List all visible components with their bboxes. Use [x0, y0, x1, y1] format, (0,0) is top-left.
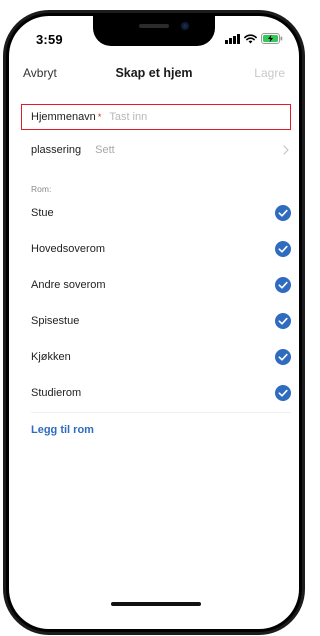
check-circle-icon[interactable]	[275, 277, 291, 293]
wifi-icon	[244, 33, 257, 43]
notch	[93, 16, 215, 46]
room-item-andre-soverom[interactable]: Andre soverom	[31, 272, 291, 298]
status-time: 3:59	[36, 32, 63, 47]
room-label: Andre soverom	[31, 279, 106, 291]
room-item-hovedsoverom[interactable]: Hovedsoverom	[31, 236, 291, 262]
location-value: Sett	[95, 144, 115, 156]
screen: 3:59 Avbryt Skap et hjem Lagre Hjemmenav…	[9, 16, 299, 629]
room-label: Kjøkken	[31, 351, 71, 363]
check-circle-icon[interactable]	[275, 349, 291, 365]
check-circle-icon[interactable]	[275, 241, 291, 257]
home-name-field-row: Hjemmenavn *	[21, 104, 291, 130]
home-name-label: Hjemmenavn	[31, 111, 96, 123]
room-item-kjokken[interactable]: Kjøkken	[31, 344, 291, 370]
save-button[interactable]: Lagre	[254, 66, 285, 80]
cellular-signal-icon	[225, 33, 240, 44]
check-circle-icon[interactable]	[275, 205, 291, 221]
device: 3:59 Avbryt Skap et hjem Lagre Hjemmenav…	[0, 0, 308, 636]
home-name-input[interactable]	[109, 111, 260, 123]
room-label: Stue	[31, 207, 54, 219]
check-circle-icon[interactable]	[275, 313, 291, 329]
speaker	[139, 24, 169, 28]
add-room-button[interactable]: Legg til rom	[31, 424, 94, 436]
location-label: plassering	[31, 144, 82, 156]
home-indicator[interactable]	[111, 602, 201, 606]
divider	[31, 412, 291, 413]
nav-bar: Avbryt Skap et hjem Lagre	[9, 62, 299, 86]
room-label: Spisestue	[31, 315, 80, 327]
front-camera	[181, 22, 189, 30]
room-item-studierom[interactable]: Studierom	[31, 380, 291, 406]
room-item-spisestue[interactable]: Spisestue	[31, 308, 291, 334]
battery-charging-icon	[261, 33, 283, 44]
chevron-right-icon	[283, 145, 289, 155]
rooms-header: Rom:	[31, 184, 52, 194]
room-item-stue[interactable]: Stue	[31, 200, 291, 226]
room-label: Hovedsoverom	[31, 243, 105, 255]
location-row[interactable]: plassering Sett	[21, 136, 291, 164]
room-label: Studierom	[31, 387, 82, 399]
status-icons	[225, 33, 283, 44]
check-circle-icon[interactable]	[275, 385, 291, 401]
required-marker: *	[97, 112, 102, 122]
